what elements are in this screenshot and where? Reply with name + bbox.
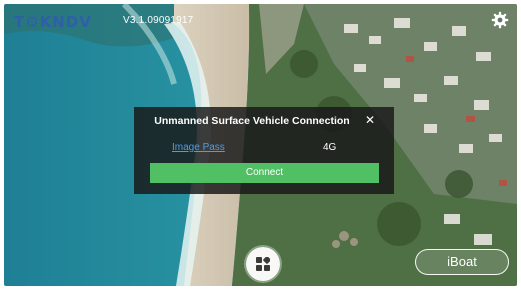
dialog-title: Unmanned Surface Vehicle Connection [154, 115, 350, 127]
version-label: V3.1.09091917 [123, 15, 194, 26]
app-logo: T⚙KNDV [14, 13, 92, 31]
network-type-value: 4G [323, 142, 337, 153]
apps-button[interactable] [246, 247, 280, 281]
grid-icon [256, 257, 270, 271]
app-screen: T⚙KNDV V3.1.09091917 Unmanned Surface Ve… [4, 4, 517, 286]
connect-button[interactable]: Connect [150, 163, 379, 183]
mode-toggle-button[interactable]: iBoat [415, 249, 509, 275]
image-pass-link[interactable]: Image Pass [172, 142, 225, 153]
connection-dialog: Unmanned Surface Vehicle Connection ✕ Im… [134, 107, 394, 194]
close-button[interactable]: ✕ [362, 112, 378, 128]
gear-icon[interactable] [491, 11, 509, 29]
